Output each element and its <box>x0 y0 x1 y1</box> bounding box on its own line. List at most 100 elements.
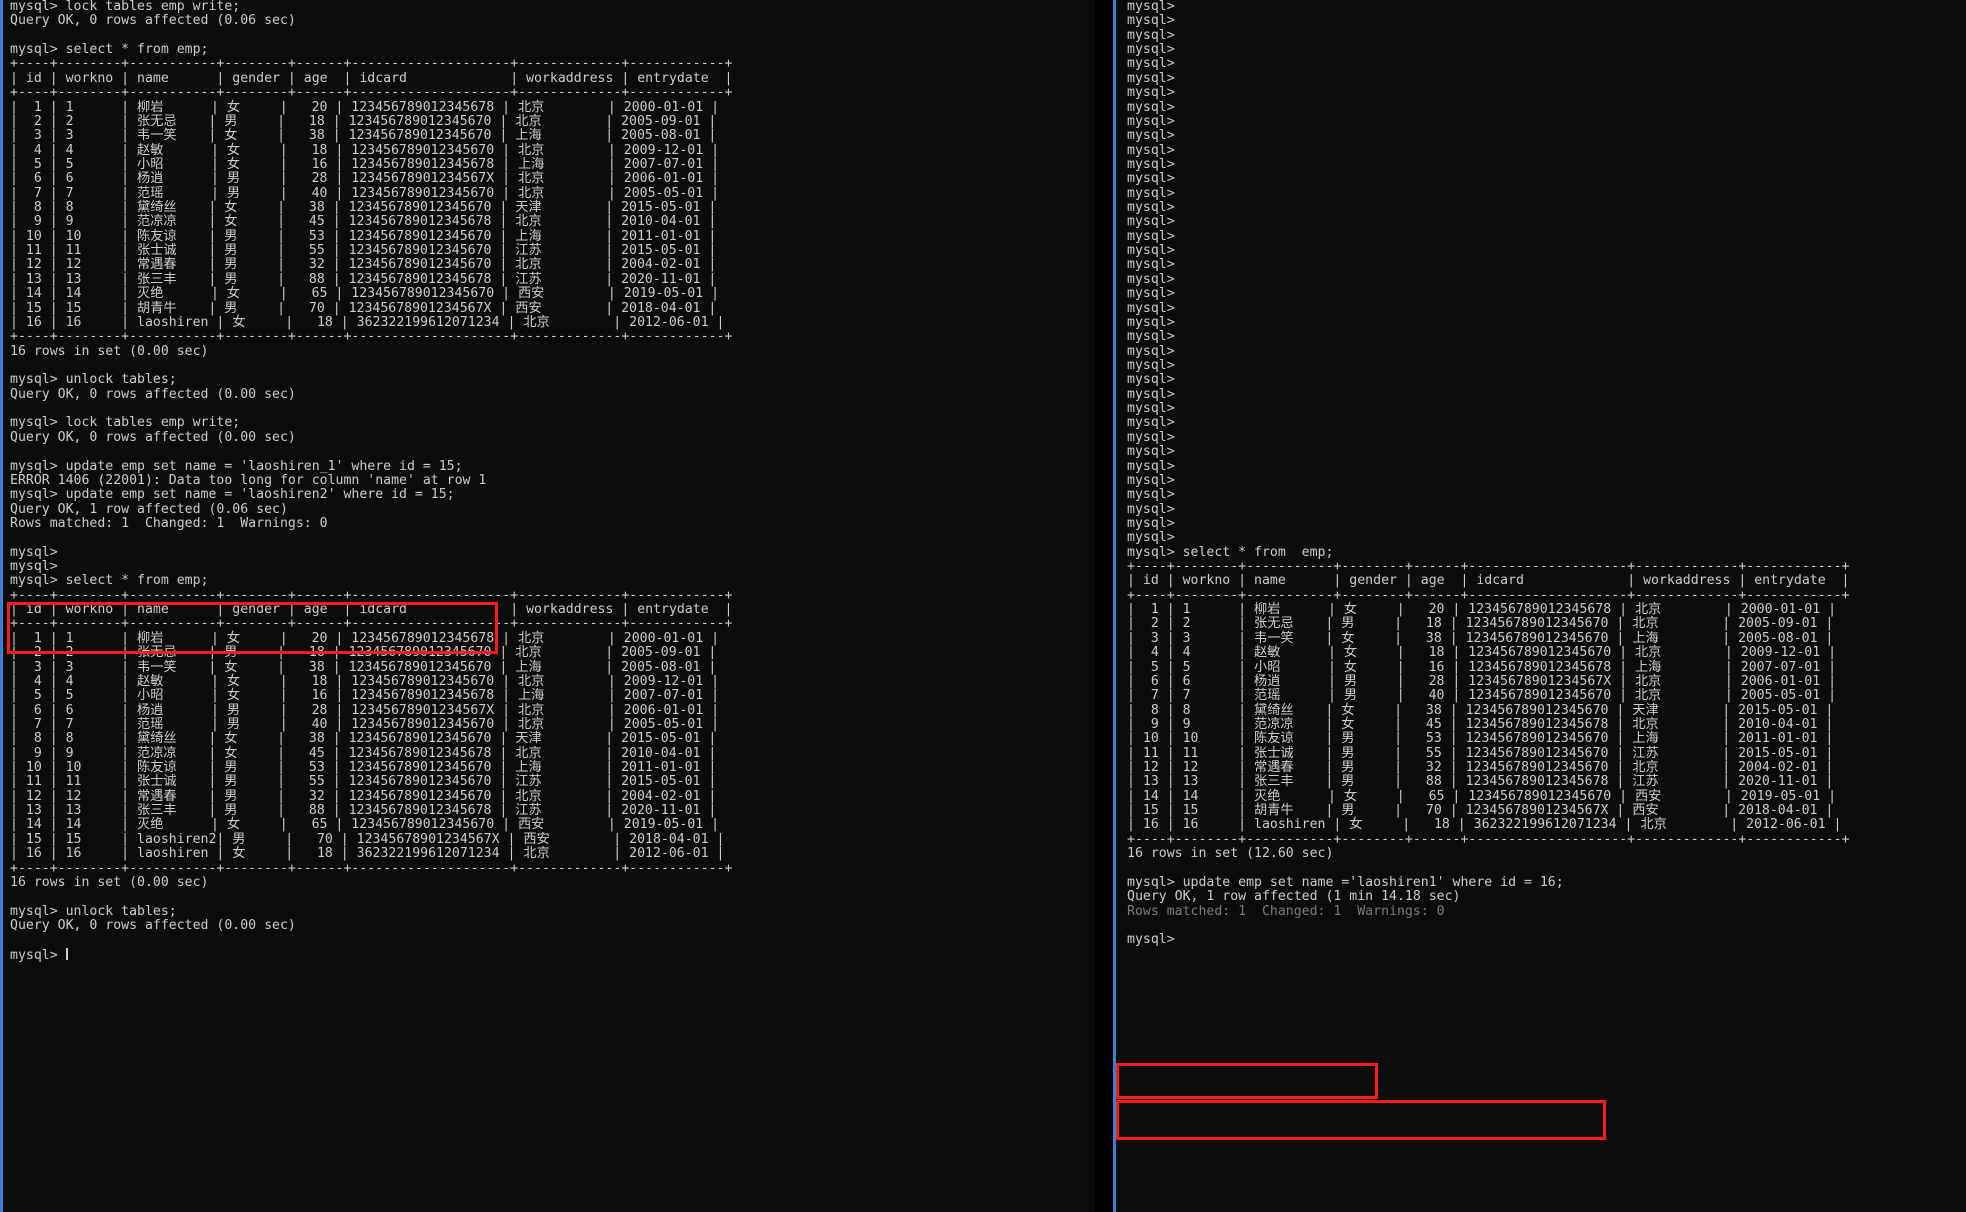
left-line-25 <box>10 359 1095 373</box>
right-idle-line-28: mysql> <box>1127 401 1175 417</box>
right-idle-line-18: mysql> <box>1127 257 1175 273</box>
right-idle-line-10: mysql> <box>1127 142 1175 158</box>
left-line-7: | 1 | 1 | 柳岩 | 女 | 20 | 1234567890123456… <box>10 99 720 115</box>
left-line-33: ERROR 1406 (22001): Data too long for co… <box>10 472 487 488</box>
right-line-7: | 4 | 4 | 赵敏 | 女 | 18 | 1234567890123456… <box>1127 645 1837 661</box>
right-idle-line-14: mysql> <box>1127 200 1175 216</box>
right-idle-line-3: mysql> <box>1127 42 1175 58</box>
right-line-14: | 11 | 11 | 张士诚 | 男 | 55 | 1234567890123… <box>1127 745 1834 761</box>
right-idle-line-11: mysql> <box>1127 156 1175 172</box>
left-line-62 <box>10 890 1095 904</box>
right-line-22 <box>1127 862 1966 876</box>
right-idle-line-21: mysql> <box>1127 300 1175 316</box>
left-line-63: mysql> unlock tables; <box>10 903 177 919</box>
left-line-46: | 3 | 3 | 韦一笑 | 女 | 38 | 123456789012345… <box>10 659 717 675</box>
left-line-15: | 9 | 9 | 范凉凉 | 女 | 45 | 123456789012345… <box>10 214 717 230</box>
left-line-38: mysql> <box>10 544 58 560</box>
left-line-55: | 12 | 12 | 常遇春 | 男 | 32 | 1234567890123… <box>10 788 717 804</box>
left-line-0: mysql> lock tables emp write; <box>10 0 241 14</box>
left-line-57: | 14 | 14 | 灭绝 | 女 | 65 | 12345678901234… <box>10 817 720 833</box>
right-line-2: | id | workno | name | gender | age | id… <box>1127 573 1850 589</box>
left-line-54: | 11 | 11 | 张士诚 | 男 | 55 | 1234567890123… <box>10 774 717 790</box>
left-line-2 <box>10 29 1095 43</box>
left-line-29: mysql> lock tables emp write; <box>10 415 241 431</box>
right-idle-line-35: mysql> <box>1127 501 1175 517</box>
right-line-27: mysql> <box>1127 932 1175 948</box>
right-idle-line-13: mysql> <box>1127 185 1175 201</box>
right-idle-line-16: mysql> <box>1127 228 1175 244</box>
right-idle-line-29: mysql> <box>1127 415 1175 431</box>
left-line-37 <box>10 531 1095 545</box>
left-line-61: 16 rows in set (0.00 sec) <box>10 874 209 890</box>
right-idle-line-37: mysql> <box>1127 530 1175 546</box>
left-line-43: +----+--------+-----------+--------+----… <box>10 616 733 632</box>
left-line-24: 16 rows in set (0.00 sec) <box>10 343 209 359</box>
left-line-26: mysql> unlock tables; <box>10 372 177 388</box>
left-line-59: | 16 | 16 | laoshiren | 女 | 18 | 3623221… <box>10 846 725 862</box>
right-idle-line-15: mysql> <box>1127 214 1175 230</box>
left-line-60: +----+--------+-----------+--------+----… <box>10 860 733 876</box>
left-line-45: | 2 | 2 | 张无忌 | 男 | 18 | 123456789012345… <box>10 645 717 661</box>
left-line-41: +----+--------+-----------+--------+----… <box>10 587 733 603</box>
right-update-highlight-box <box>1116 1100 1606 1140</box>
right-terminal-pane[interactable]: mysql> mysql> mysql> mysql> mysql> mysql> mysq… <box>1113 0 1966 1212</box>
left-line-20: | 14 | 14 | 灭绝 | 女 | 65 | 12345678901234… <box>10 286 720 302</box>
right-idle-line-24: mysql> <box>1127 343 1175 359</box>
right-idle-line-36: mysql> <box>1127 515 1175 531</box>
right-idle-line-2: mysql> <box>1127 27 1175 43</box>
left-line-51: | 8 | 8 | 黛绮丝 | 女 | 38 | 123456789012345… <box>10 731 717 747</box>
left-line-1: Query OK, 0 rows affected (0.06 sec) <box>10 13 296 29</box>
left-line-5: | id | workno | name | gender | age | id… <box>10 70 733 86</box>
right-line-20: +----+--------+-----------+--------+----… <box>1127 831 1850 847</box>
left-line-30: Query OK, 0 rows affected (0.00 sec) <box>10 429 296 445</box>
left-line-27: Query OK, 0 rows affected (0.00 sec) <box>10 386 296 402</box>
right-line-0: mysql> select * from emp; <box>1127 544 1334 560</box>
right-idle-line-12: mysql> <box>1127 171 1175 187</box>
left-line-4: +----+--------+-----------+--------+----… <box>10 56 733 72</box>
left-line-28 <box>10 402 1095 416</box>
left-line-12: | 6 | 6 | 杨逍 | 男 | 28 | 1234567890123456… <box>10 171 720 187</box>
right-idle-line-4: mysql> <box>1127 56 1175 72</box>
left-line-48: | 5 | 5 | 小昭 | 女 | 16 | 1234567890123456… <box>10 688 720 704</box>
right-line-13: | 10 | 10 | 陈友谅 | 男 | 53 | 1234567890123… <box>1127 731 1834 747</box>
right-idle-line-20: mysql> <box>1127 286 1175 302</box>
right-idle-line-33: mysql> <box>1127 472 1175 488</box>
left-line-21: | 15 | 15 | 胡青牛 | 男 | 70 | 1234567890123… <box>10 300 717 316</box>
left-line-66: mysql> <box>10 947 68 963</box>
right-line-23: mysql> update emp set name ='laoshiren1'… <box>1127 874 1564 890</box>
right-idle-line-9: mysql> <box>1127 128 1175 144</box>
left-line-13: | 7 | 7 | 范瑶 | 男 | 40 | 1234567890123456… <box>10 185 720 201</box>
right-idle-line-26: mysql> <box>1127 372 1175 388</box>
right-idle-line-0: mysql> <box>1127 0 1175 14</box>
left-line-18: | 12 | 12 | 常遇春 | 男 | 32 | 1234567890123… <box>10 257 717 273</box>
right-line-16: | 13 | 13 | 张三丰 | 男 | 88 | 1234567890123… <box>1127 774 1834 790</box>
right-idle-line-5: mysql> <box>1127 70 1175 86</box>
right-line-11: | 8 | 8 | 黛绮丝 | 女 | 38 | 123456789012345… <box>1127 702 1834 718</box>
right-idle-line-1: mysql> <box>1127 13 1175 29</box>
right-line-10: | 7 | 7 | 范瑶 | 男 | 40 | 1234567890123456… <box>1127 688 1837 704</box>
left-line-31 <box>10 445 1095 459</box>
left-line-36: Rows matched: 1 Changed: 1 Warnings: 0 <box>10 515 328 531</box>
right-line-17: | 14 | 14 | 灭绝 | 女 | 65 | 12345678901234… <box>1127 788 1837 804</box>
left-line-22: | 16 | 16 | laoshiren | 女 | 18 | 3623221… <box>10 314 725 330</box>
left-line-34: mysql> update emp set name = 'laoshiren2… <box>10 487 455 503</box>
left-line-64: Query OK, 0 rows affected (0.00 sec) <box>10 918 296 933</box>
pane-divider <box>1095 0 1113 1212</box>
left-terminal-pane[interactable]: mysql> lock tables emp write; Query OK, 0… <box>0 0 1095 1212</box>
left-line-32: mysql> update emp set name = 'laoshiren_… <box>10 458 463 474</box>
left-line-39: mysql> <box>10 559 58 575</box>
right-line-8: | 5 | 5 | 小昭 | 女 | 16 | 1234567890123456… <box>1127 659 1837 675</box>
right-terminal-output[interactable]: mysql> mysql> mysql> mysql> mysql> mysql> mysq… <box>1116 0 1966 948</box>
left-line-42: | id | workno | name | gender | age | id… <box>10 602 733 618</box>
right-idle-line-25: mysql> <box>1127 357 1175 373</box>
left-line-6: +----+--------+-----------+--------+----… <box>10 85 733 101</box>
right-idle-line-32: mysql> <box>1127 458 1175 474</box>
left-line-23: +----+--------+-----------+--------+----… <box>10 329 733 345</box>
left-line-16: | 10 | 10 | 陈友谅 | 男 | 53 | 1234567890123… <box>10 228 717 244</box>
right-line-1: +----+--------+-----------+--------+----… <box>1127 559 1850 575</box>
right-idle-line-30: mysql> <box>1127 429 1175 445</box>
right-idle-line-23: mysql> <box>1127 329 1175 345</box>
left-terminal-output[interactable]: mysql> lock tables emp write; Query OK, 0… <box>3 0 1095 963</box>
right-line-3: +----+--------+-----------+--------+----… <box>1127 587 1850 603</box>
right-idle-line-31: mysql> <box>1127 444 1175 460</box>
